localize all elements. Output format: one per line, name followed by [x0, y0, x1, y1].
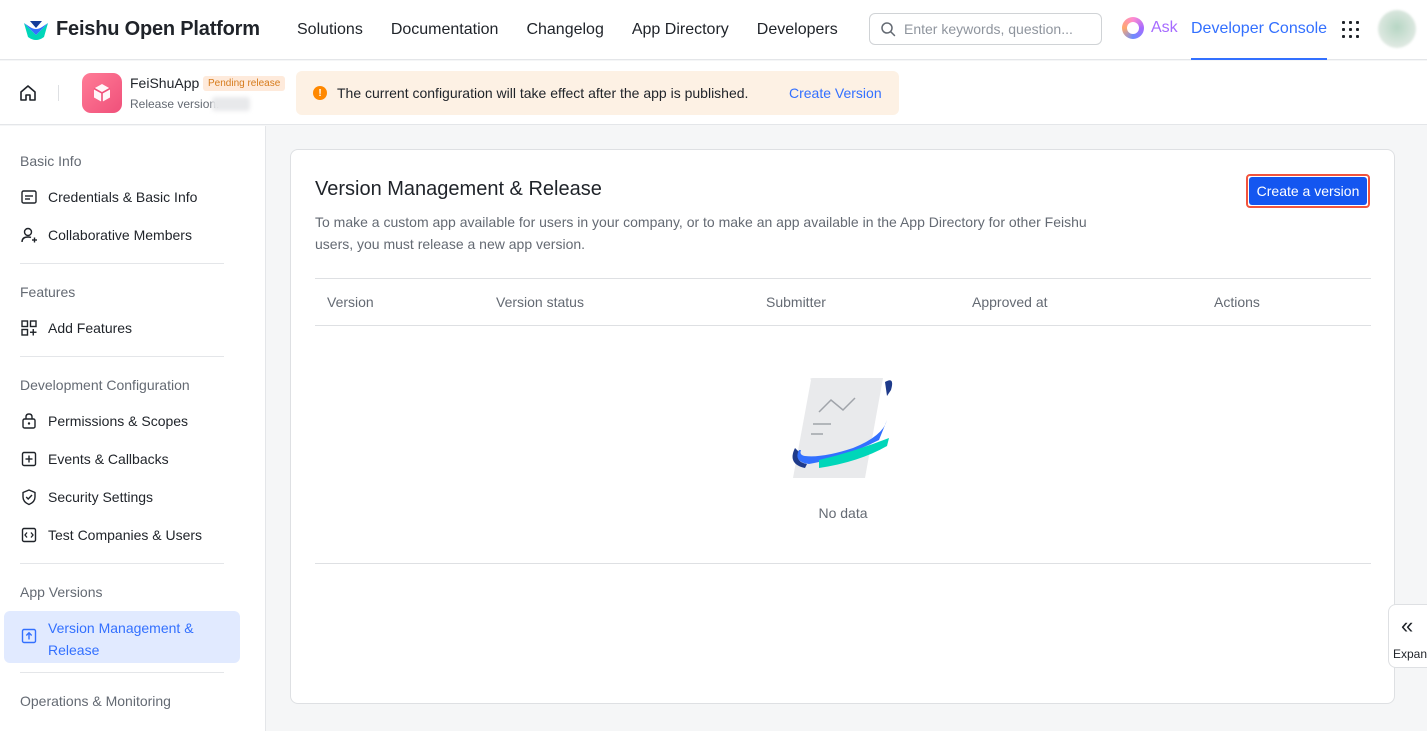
sidebar-item-label: Collaborative Members	[48, 227, 192, 243]
developer-console-link[interactable]: Developer Console	[1191, 0, 1328, 60]
empty-text: No data	[818, 505, 868, 521]
empty-state: No data	[315, 326, 1371, 564]
nav-changelog[interactable]: Changelog	[526, 21, 603, 39]
column-version: Version	[327, 294, 374, 310]
user-add-icon	[21, 227, 37, 243]
search-box[interactable]	[869, 13, 1102, 45]
sidebar-group-operations: Operations & Monitoring	[20, 693, 171, 709]
sidebar-item-version-management[interactable]: Version Management & Release	[4, 611, 240, 663]
lock-icon	[22, 413, 36, 429]
app-icon	[82, 73, 122, 113]
nav-app-directory[interactable]: App Directory	[632, 21, 729, 39]
sidebar-item-label: Add Features	[48, 320, 133, 336]
version-management-card: Version Management & Release To make a c…	[290, 149, 1395, 704]
cube-icon	[93, 84, 111, 102]
brand-name: Feishu Open Platform	[56, 18, 260, 40]
expand-panel-button[interactable]: « Expand	[1388, 604, 1427, 668]
table-header: Version Version status Submitter Approve…	[315, 278, 1371, 326]
divider	[20, 563, 224, 564]
status-badge: Pending release	[203, 76, 286, 91]
main-nav: Solutions Documentation Changelog App Di…	[297, 21, 866, 39]
divider	[20, 263, 224, 264]
sidebar-item-label: Security Settings	[48, 489, 154, 505]
ask-label: Ask	[1151, 19, 1178, 36]
upload-icon	[21, 628, 37, 644]
column-actions: Actions	[1214, 294, 1260, 310]
sidebar-group-app-versions: App Versions	[20, 584, 103, 600]
sidebar-group-dev-config: Development Configuration	[20, 377, 190, 393]
id-card-icon	[21, 190, 37, 204]
sidebar-group-basic-info: Basic Info	[20, 153, 82, 169]
release-version-value	[212, 97, 250, 111]
search-icon	[881, 22, 896, 37]
avatar[interactable]	[1378, 10, 1416, 48]
expand-label: Expand	[1393, 647, 1427, 661]
page-title: Version Management & Release	[315, 178, 602, 200]
sidebar-item-test[interactable]: Test Companies & Users	[20, 526, 202, 544]
code-icon	[21, 527, 37, 543]
app-name: FeiShuApp	[130, 75, 200, 91]
sidebar-item-permissions[interactable]: Permissions & Scopes	[20, 412, 188, 430]
column-version-status: Version status	[496, 294, 584, 310]
sidebar-item-credentials[interactable]: Credentials & Basic Info	[20, 188, 197, 206]
config-notice: ! The current configuration will take ef…	[296, 71, 899, 115]
page-description: To make a custom app available for users…	[315, 214, 1087, 252]
warning-icon: !	[313, 86, 327, 100]
sidebar-item-add-features[interactable]: Add Features	[20, 319, 132, 337]
sidebar-item-label: Credentials & Basic Info	[48, 189, 198, 205]
column-approved-at: Approved at	[972, 294, 1048, 310]
sidebar-item-security[interactable]: Security Settings	[20, 488, 153, 506]
nav-developers[interactable]: Developers	[757, 21, 838, 39]
divider	[58, 85, 59, 101]
empty-document-illustration-icon	[792, 378, 893, 478]
sidebar-item-label: Permissions & Scopes	[48, 413, 189, 429]
sidebar-item-members[interactable]: Collaborative Members	[20, 226, 192, 244]
app-header: FeiShuApp Pending release Release versio…	[0, 61, 1427, 125]
nav-solutions[interactable]: Solutions	[297, 21, 363, 39]
divider	[20, 356, 224, 357]
apps-grid-icon[interactable]	[1342, 21, 1359, 38]
top-navigation: Feishu Open Platform Solutions Documenta…	[0, 0, 1427, 60]
sidebar-item-events[interactable]: Events & Callbacks	[20, 450, 169, 468]
feishu-logo-icon	[24, 20, 48, 40]
sidebar-item-label: Test Companies & Users	[48, 527, 203, 543]
search-input[interactable]	[904, 21, 1094, 37]
home-icon[interactable]	[18, 83, 38, 103]
release-version: Release version:	[130, 97, 220, 111]
ask-ai-icon	[1122, 17, 1144, 39]
ask-button[interactable]: Ask	[1122, 17, 1178, 39]
create-version-link[interactable]: Create Version	[789, 85, 882, 101]
brand[interactable]: Feishu Open Platform	[22, 18, 282, 41]
events-icon	[21, 451, 37, 467]
sidebar-item-label: Version Management & Release	[48, 620, 194, 658]
nav-documentation[interactable]: Documentation	[391, 21, 499, 39]
create-version-button[interactable]: Create a version	[1246, 174, 1370, 208]
versions-table: Version Version status Submitter Approve…	[315, 278, 1371, 564]
double-chevron-left-icon: «	[1401, 613, 1414, 638]
add-feature-icon	[21, 320, 37, 336]
divider	[20, 672, 224, 673]
column-submitter: Submitter	[766, 294, 826, 310]
sidebar-item-label: Events & Callbacks	[48, 451, 169, 467]
shield-icon	[22, 489, 36, 506]
sidebar-group-features: Features	[20, 284, 76, 300]
sidebar: Basic Info Credentials & Basic Info Coll…	[0, 126, 266, 731]
create-version-button-label: Create a version	[1249, 177, 1367, 205]
notice-text: The current configuration will take effe…	[337, 85, 749, 101]
